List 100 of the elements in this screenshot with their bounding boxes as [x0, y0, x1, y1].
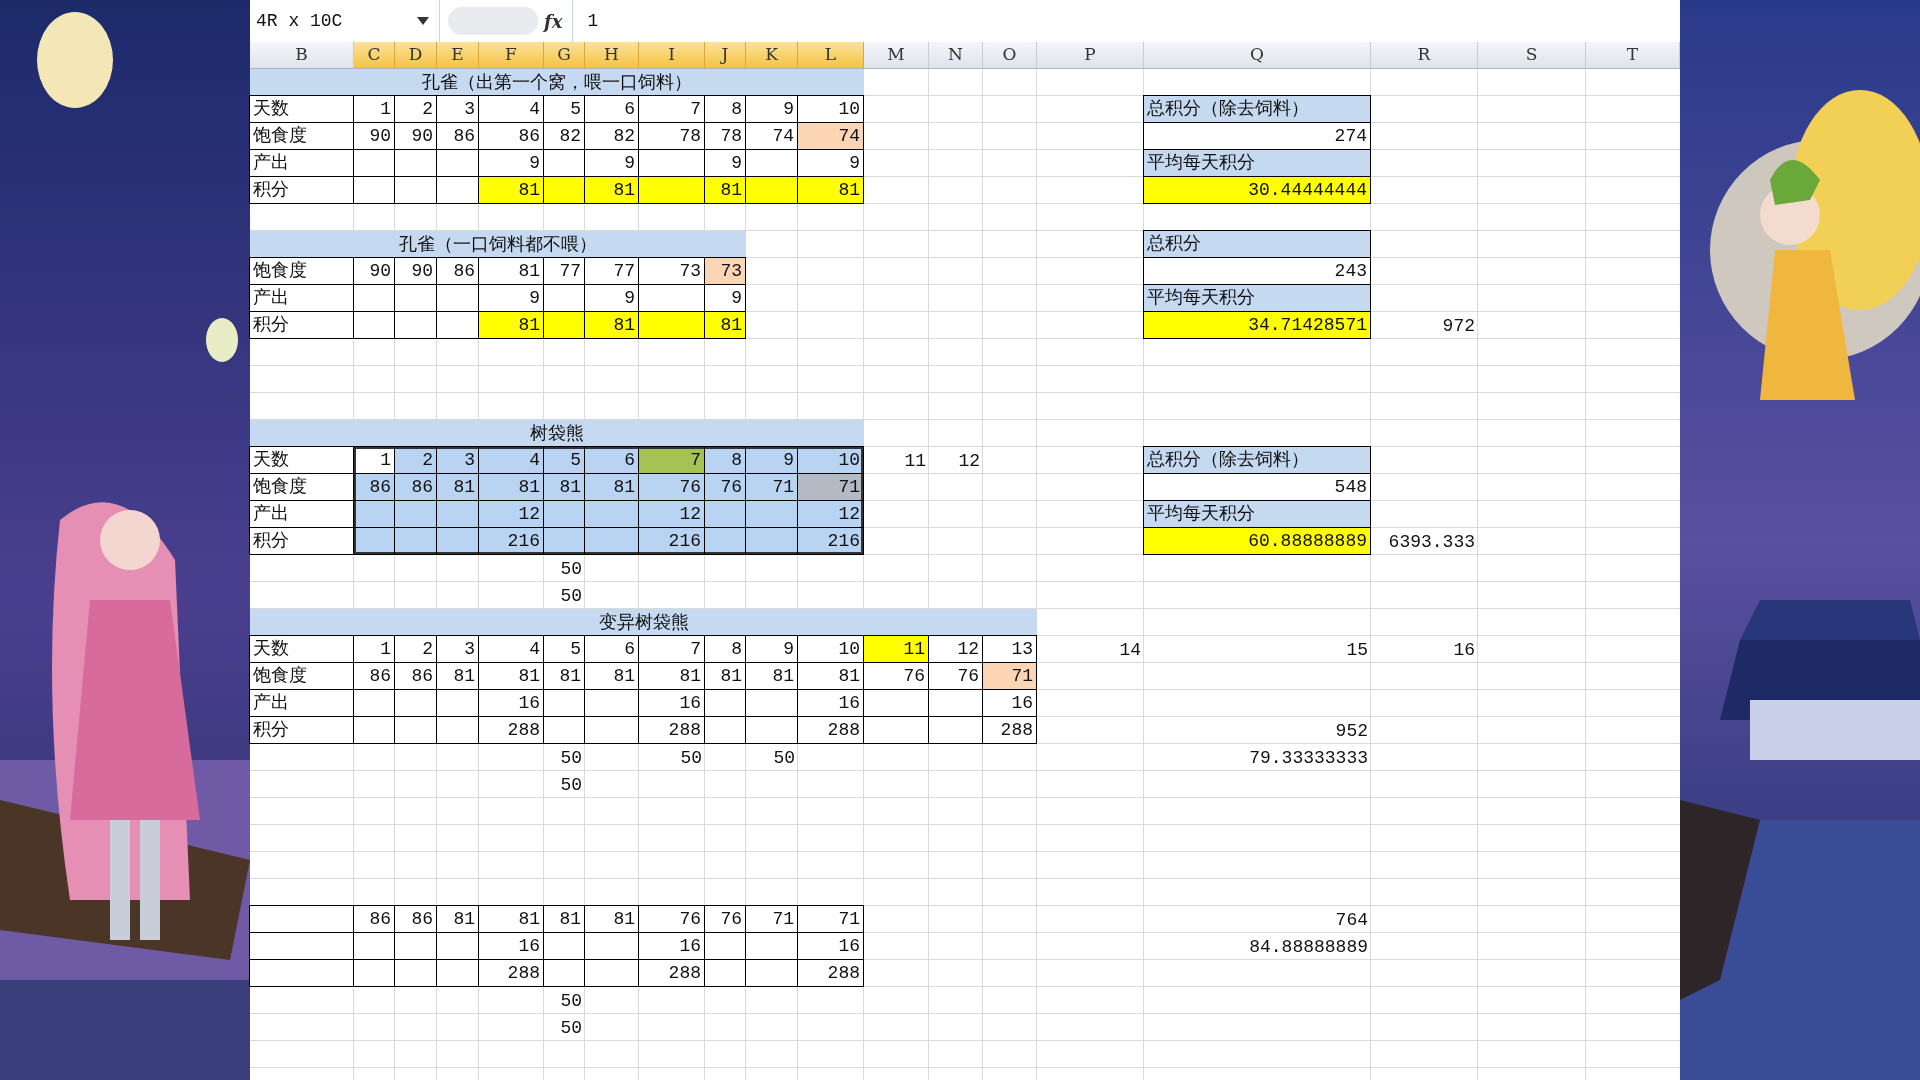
caret-icon[interactable] [417, 17, 429, 25]
table-cell: 30.44444444 [1143, 176, 1371, 204]
column-header[interactable]: R [1371, 42, 1478, 69]
table-cell-text: 79.33333333 [1248, 746, 1369, 770]
column-header[interactable]: F [479, 42, 544, 69]
table-cell: 2 [394, 446, 437, 474]
table-cell-text: 972 [1441, 314, 1476, 338]
column-header[interactable]: G [544, 42, 585, 69]
table-cell: 71 [797, 905, 864, 933]
table-cell: 12 [478, 500, 544, 528]
table-cell: 81 [543, 473, 585, 501]
table-cell-text: 14 [1118, 638, 1142, 662]
row-label: 积分 [249, 716, 354, 744]
table-cell: 288 [797, 959, 864, 987]
column-header[interactable]: N [929, 42, 983, 69]
insert-function-button[interactable]: fx [544, 7, 563, 35]
row-label: 平均每天积分 [1143, 284, 1371, 312]
table-cell: 216 [478, 527, 544, 555]
table-cell-text: 12 [957, 449, 981, 473]
table-cell: 74 [797, 122, 864, 150]
table-cell-text: 50 [559, 989, 583, 1013]
table-cell-text: 15 [1345, 638, 1369, 662]
row-label: 平均每天积分 [1143, 149, 1371, 177]
table-cell-text: 50 [559, 1016, 583, 1040]
table-cell: 71 [982, 662, 1037, 690]
table-cell: 8 [704, 446, 746, 474]
table-cell: 7 [638, 446, 705, 474]
empty-field[interactable] [249, 905, 354, 933]
column-header[interactable]: P [1037, 42, 1144, 69]
table-cell-text: 50 [679, 746, 703, 770]
column-header[interactable]: D [395, 42, 437, 69]
table-cell-text: 11 [903, 449, 927, 473]
table-cell-text: 764 [1334, 908, 1369, 932]
row-label: 饱食度 [249, 257, 354, 285]
table-cell: 60.88888889 [1143, 527, 1371, 555]
table-cell: 12 [638, 500, 705, 528]
column-header[interactable]: I [639, 42, 705, 69]
table-cell: 81 [478, 311, 544, 339]
section-title: 孔雀（一口饲料都不喂） [250, 231, 746, 258]
row-label: 积分 [249, 176, 354, 204]
table-cell: 12 [797, 500, 864, 528]
empty-field[interactable] [249, 959, 354, 987]
column-header[interactable]: J [705, 42, 746, 69]
column-header[interactable]: C [354, 42, 395, 69]
table-cell-text: 84.88888889 [1248, 935, 1369, 959]
table-cell: 76 [704, 473, 746, 501]
table-cell: 86 [353, 473, 395, 501]
row-label: 总积分（除去饲料） [1143, 95, 1371, 123]
table-cell-text: 50 [559, 773, 583, 797]
table-cell: 73 [704, 257, 746, 285]
section-title: 孔雀（出第一个窝，喂一口饲料） [250, 69, 864, 96]
row-label: 天数 [249, 95, 354, 123]
table-cell: 34.71428571 [1143, 311, 1371, 339]
column-header[interactable]: H [585, 42, 639, 69]
table-cell-text: 50 [559, 746, 583, 770]
table-cell: 1 [353, 446, 395, 474]
section-title: 变异树袋熊 [250, 609, 1037, 636]
row-label: 积分 [249, 311, 354, 339]
table-cell: 288 [982, 716, 1037, 744]
table-cell: 71 [797, 473, 864, 501]
table-cell-text: 50 [772, 746, 796, 770]
column-header[interactable]: L [798, 42, 864, 69]
table-cell: 81 [436, 473, 479, 501]
table-cell: 216 [797, 527, 864, 555]
column-header[interactable]: E [437, 42, 479, 69]
table-cell-text: 952 [1334, 719, 1369, 743]
table-cell: 10 [797, 446, 864, 474]
table-cell: 81 [584, 176, 639, 204]
column-header[interactable]: Q [1144, 42, 1371, 69]
table-cell-text: 50 [559, 557, 583, 581]
table-cell: 81 [584, 311, 639, 339]
table-cell: 6 [584, 446, 639, 474]
column-header[interactable]: B [250, 42, 354, 69]
column-header[interactable]: M [864, 42, 929, 69]
table-cell: 81 [704, 176, 746, 204]
table-cell-text: 6393.333 [1387, 530, 1476, 554]
column-header[interactable]: K [746, 42, 798, 69]
table-cell: 76 [638, 473, 705, 501]
column-header[interactable]: O [983, 42, 1037, 69]
table-cell-text: 16 [1452, 638, 1476, 662]
column-header[interactable]: S [1478, 42, 1586, 69]
row-label: 总积分 [1143, 230, 1371, 258]
row-label: 平均每天积分 [1143, 500, 1371, 528]
table-cell: 9 [745, 446, 798, 474]
table-cell: 81 [478, 473, 544, 501]
table-cell: 81 [584, 473, 639, 501]
table-cell-text: 50 [559, 584, 583, 608]
table-cell: 81 [704, 311, 746, 339]
table-cell: 4 [478, 446, 544, 474]
table-cell: 71 [745, 473, 798, 501]
table-cell: 216 [638, 527, 705, 555]
table-cell: 81 [478, 176, 544, 204]
table-cell: 3 [436, 446, 479, 474]
column-header[interactable]: T [1586, 42, 1680, 69]
row-label: 总积分（除去饲料） [1143, 446, 1371, 474]
row-label: 天数 [249, 635, 354, 663]
table-cell: 11 [863, 635, 929, 663]
section-title: 树袋熊 [250, 420, 864, 447]
table-cell: 86 [394, 473, 437, 501]
table-cell: 81 [797, 176, 864, 204]
